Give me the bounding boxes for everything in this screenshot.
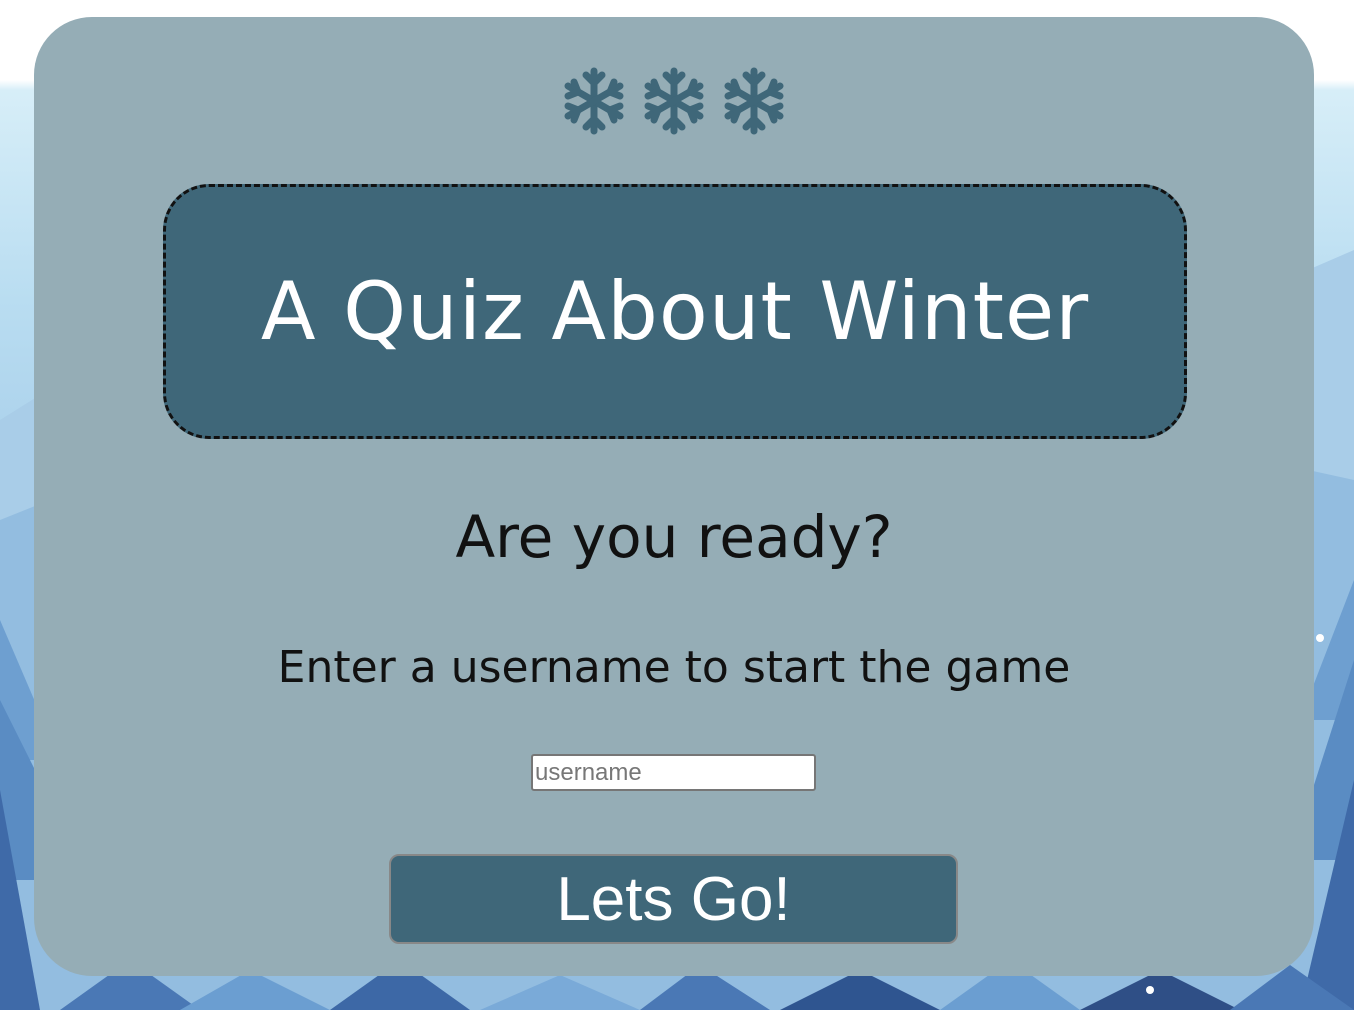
snowflake-icon [634,61,714,141]
snowflake-icon [714,61,794,141]
username-input[interactable] [531,754,816,791]
username-field-wrapper [531,754,816,791]
page-title: A Quiz About Winter [260,265,1090,358]
quiz-start-card: A Quiz About Winter Are you ready? Enter… [34,17,1314,976]
snowflake-row [34,61,1314,141]
start-game-button[interactable]: Lets Go! [389,854,958,944]
instructions-text: Enter a username to start the game [277,642,1071,693]
title-banner: A Quiz About Winter [163,184,1187,439]
snowflake-icon [554,61,634,141]
ready-heading: Are you ready? [455,503,893,571]
